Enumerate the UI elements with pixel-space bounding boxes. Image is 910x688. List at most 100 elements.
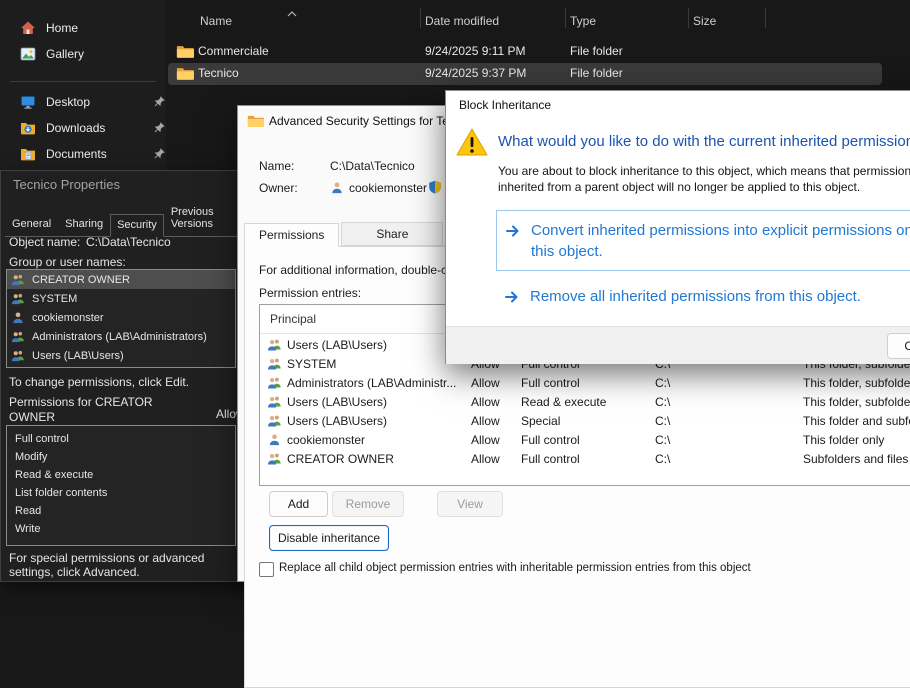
tab-permissions[interactable]: Permissions [244,223,339,247]
edit-note: To change permissions, click Edit. [9,375,189,389]
permission-item[interactable]: Write [7,520,235,538]
convert-permissions-command-link[interactable]: Convert inherited permissions into expli… [496,210,910,271]
entry-inherited-from: C:\ [655,452,670,466]
column-header-size[interactable]: Size [693,14,716,28]
folder-icon [176,44,194,59]
column-divider [420,8,421,28]
column-header-principal[interactable]: Principal [270,312,316,326]
sidebar-item-label: Desktop [46,95,90,109]
entry-type: Allow [471,452,500,466]
file-type: File folder [570,44,623,58]
group-icon [267,395,282,408]
column-header-type[interactable]: Type [570,14,596,28]
column-header-name[interactable]: Name [200,14,232,28]
name-value: C:\Data\Tecnico [330,159,415,173]
entry-applies-to: This folder and subfolders [803,414,910,428]
block-inheritance-dialog: Block Inheritance What would you like to… [445,90,910,364]
permission-item[interactable]: Full control [7,430,235,448]
warning-icon [456,127,488,157]
cancel-button[interactable]: Cancel [887,333,910,359]
entry-access: Read & execute [521,395,606,409]
file-type: File folder [570,66,623,80]
group-list-item[interactable]: SYSTEM [7,289,235,308]
permission-entry-row[interactable]: Users (LAB\Users) Allow Special C:\ This… [261,411,910,430]
sidebar-divider [10,81,156,82]
file-row[interactable]: Commerciale 9/24/2025 9:11 PM File folde… [168,41,882,63]
permission-label: Full control [15,433,69,445]
pin-icon [154,95,166,107]
sidebar-item-downloads[interactable]: Downloads [4,116,178,140]
tab-sharing[interactable]: Sharing [58,213,110,236]
tab-general[interactable]: General [5,213,58,236]
entry-principal: CREATOR OWNER [287,452,394,466]
replace-permissions-label: Replace all child object permission entr… [279,562,751,574]
sidebar-item-home[interactable]: Home [4,16,178,40]
entry-type: Allow [471,395,500,409]
permission-entry-row[interactable]: Users (LAB\Users) Allow Read & execute C… [261,392,910,411]
sidebar-item-documents[interactable]: Documents [4,142,178,166]
column-header-date-modified[interactable]: Date modified [425,14,499,28]
permission-entry-row[interactable]: CREATOR OWNER Allow Full control C:\ Sub… [261,449,910,468]
object-name-value: C:\Data\Tecnico [86,235,171,249]
entry-access: Full control [521,452,580,466]
permission-item[interactable]: Read [7,502,235,520]
group-list-item[interactable]: CREATOR OWNER [7,270,235,289]
permission-label: Write [15,523,40,535]
group-icon [267,452,282,465]
permission-entry-row[interactable]: Administrators (LAB\Administr... Allow F… [261,373,910,392]
user-icon [330,181,344,194]
dialog-heading: What would you like to do with the curre… [498,133,910,150]
permission-item[interactable]: List folder contents [7,484,235,502]
permission-entry-row[interactable]: cookiemonster Allow Full control C:\ Thi… [261,430,910,449]
remove-button[interactable]: Remove [332,491,404,517]
permission-label: List folder contents [15,487,107,499]
group-name: SYSTEM [32,293,77,305]
dialog-title: Block Inheritance [459,98,551,112]
entry-inherited-from: C:\ [655,395,670,409]
permission-item[interactable]: Modify [7,448,235,466]
view-button[interactable]: View [437,491,503,517]
permission-entries-label: Permission entries: [259,286,361,300]
group-name: cookiemonster [32,312,104,324]
group-list-item[interactable]: Administrators (LAB\Administrators) [7,327,235,346]
group-icon [267,338,282,351]
gallery-icon [20,46,36,62]
permission-item[interactable]: Read & execute [7,466,235,484]
permission-label: Read & execute [15,469,93,481]
advanced-note: For special permissions or advanced sett… [9,551,237,579]
sidebar-item-gallery[interactable]: Gallery [4,42,178,66]
group-name: Administrators (LAB\Administrators) [32,331,207,343]
properties-tab-bar: General Sharing Security Previous Versio… [5,201,263,237]
tab-security[interactable]: Security [110,214,164,237]
entry-access: Full control [521,376,580,390]
arrow-right-icon [505,223,521,239]
entry-inherited-from: C:\ [655,376,670,390]
properties-dialog: Tecnico Properties General Sharing Secur… [0,170,268,582]
entry-principal: Administrators (LAB\Administr... [287,376,456,390]
home-icon [20,20,36,36]
group-list-item[interactable]: Users (LAB\Users) [7,346,235,365]
file-row[interactable]: Tecnico 9/24/2025 9:37 PM File folder [168,63,882,85]
add-button[interactable]: Add [269,491,328,517]
entry-principal: Users (LAB\Users) [287,414,387,428]
sidebar-item-label: Documents [46,147,107,161]
group-icon [267,357,282,370]
remove-permissions-command-link[interactable]: Remove all inherited permissions from th… [496,277,910,315]
arrow-right-icon [504,289,520,305]
group-icon [267,414,282,427]
desktop-icon [20,94,36,110]
replace-permissions-checkbox[interactable] [259,562,274,577]
disable-inheritance-button[interactable]: Disable inheritance [269,525,389,551]
tab-share[interactable]: Share [341,222,443,246]
group-list-item[interactable]: cookiemonster [7,308,235,327]
file-name: Tecnico [198,66,239,80]
permissions-list: Full control Modify Read & execute List … [6,425,236,546]
entry-type: Allow [471,414,500,428]
sidebar-item-desktop[interactable]: Desktop [4,90,178,114]
file-date-modified: 9/24/2025 9:37 PM [425,66,526,80]
command-link-label: Remove all inherited permissions from th… [530,286,861,307]
group-icon [11,349,25,362]
entry-inherited-from: C:\ [655,414,670,428]
downloads-icon [20,120,36,136]
pin-icon [154,147,166,159]
